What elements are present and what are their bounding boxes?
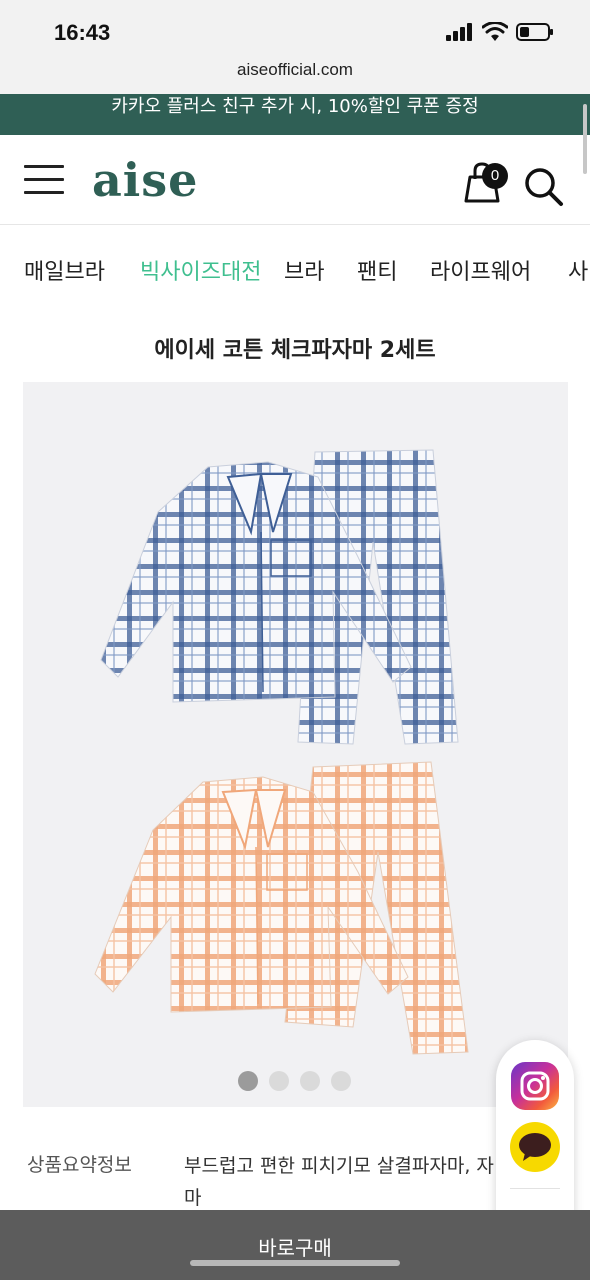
url-text: aiseofficial.com <box>237 60 353 79</box>
scroll-indicator <box>583 104 587 174</box>
status-icons <box>446 22 554 42</box>
kakao-talk-icon[interactable] <box>510 1122 560 1172</box>
search-icon[interactable] <box>522 165 564 207</box>
category-item[interactable]: 사 <box>568 254 588 286</box>
brand-logo[interactable]: aise <box>92 153 198 207</box>
site-header: aise 0 <box>0 135 590 225</box>
instagram-icon[interactable] <box>511 1062 559 1110</box>
promo-text: 카카오 플러스 친구 추가 시, 10%할인 쿠폰 증정 <box>111 96 479 117</box>
pagination-dot-active[interactable] <box>238 1071 258 1091</box>
summary-label: 상품요약정보 <box>27 1154 132 1176</box>
buy-now-bar[interactable]: 바로구매 <box>0 1210 590 1280</box>
status-time: 16:43 <box>54 20 111 45</box>
cart-button[interactable]: 0 <box>462 161 510 205</box>
hamburger-icon[interactable] <box>24 165 64 195</box>
image-pagination <box>238 1071 351 1091</box>
battery-icon <box>516 23 553 41</box>
pajama-set-image <box>94 449 469 1055</box>
category-item[interactable]: 매일브라 <box>24 254 105 286</box>
product-image-slider[interactable] <box>23 382 568 1107</box>
buy-now-label: 바로구매 <box>258 1236 332 1260</box>
category-item-active[interactable]: 빅사이즈대전 <box>140 254 261 286</box>
kakao-bubble-glyph <box>519 1133 551 1161</box>
product-title: 에이세 코튼 체크파자마 2세트 <box>154 338 436 363</box>
instagram-glyph <box>520 1071 550 1101</box>
widget-divider <box>510 1188 560 1189</box>
category-item[interactable]: 팬티 <box>357 254 397 286</box>
category-item[interactable]: 라이프웨어 <box>430 254 531 286</box>
signal-icon <box>446 23 472 41</box>
wifi-icon <box>482 22 508 41</box>
pagination-dot[interactable] <box>269 1071 289 1091</box>
home-indicator <box>190 1260 400 1266</box>
pagination-dot[interactable] <box>331 1071 351 1091</box>
category-nav: 매일브라 빅사이즈대전 브라 팬티 라이프웨어 사 <box>0 226 590 310</box>
promo-banner[interactable]: 카카오 플러스 친구 추가 시, 10%할인 쿠폰 증정 <box>0 94 590 135</box>
cart-count-badge: 0 <box>482 163 508 189</box>
status-bar: 16:43 <box>0 0 590 56</box>
category-item[interactable]: 브라 <box>284 254 324 286</box>
summary-value: 부드럽고 편한 피치기모 살결파자마, 자마 <box>184 1155 494 1209</box>
url-bar[interactable]: aiseofficial.com <box>0 56 590 94</box>
pagination-dot[interactable] <box>300 1071 320 1091</box>
